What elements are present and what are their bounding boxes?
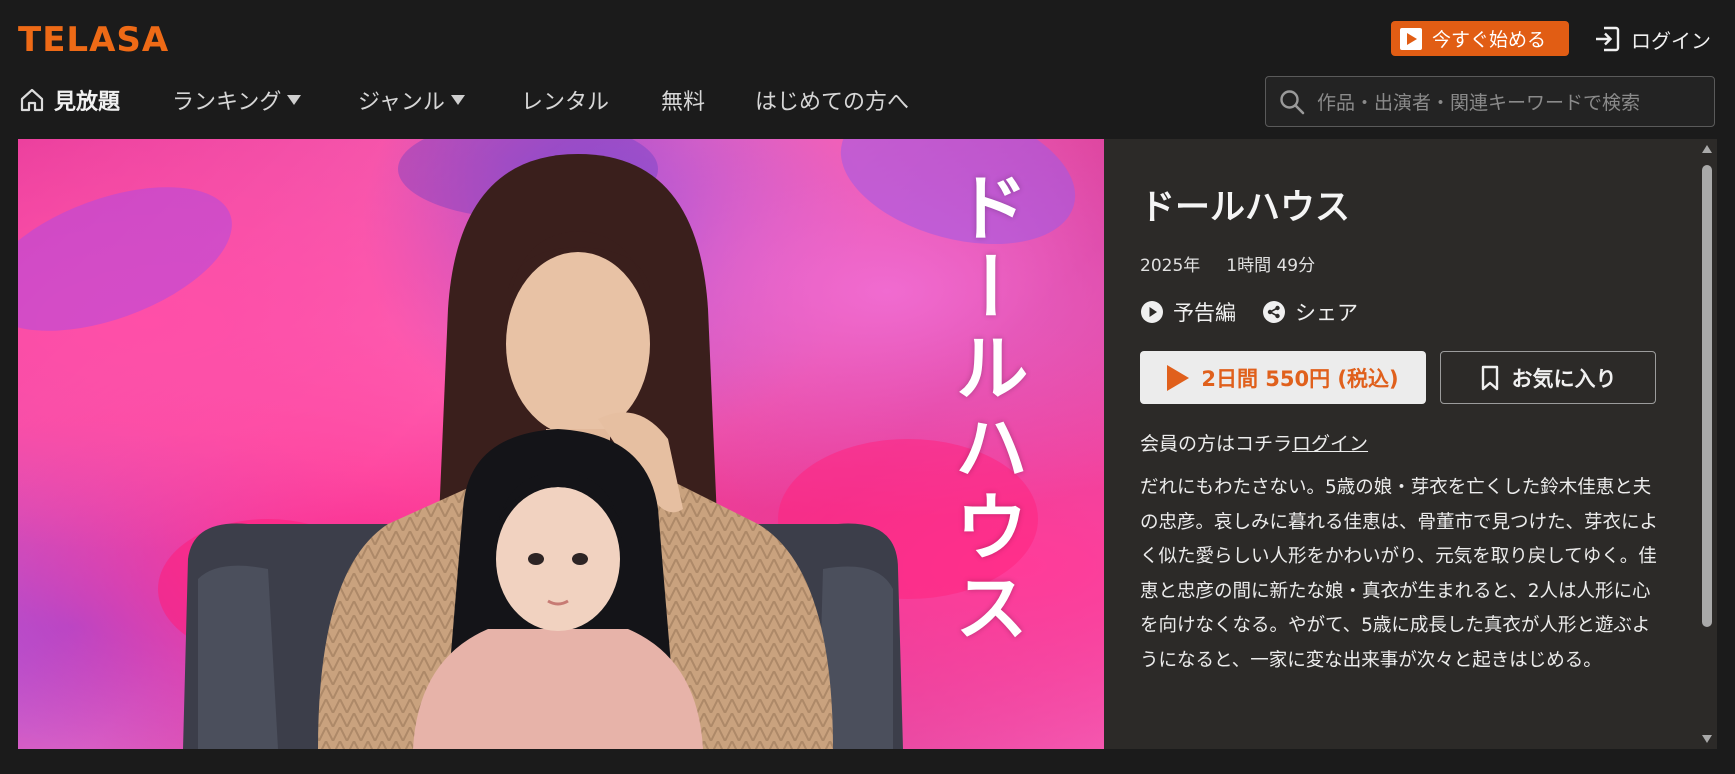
rent-button[interactable]: 2日間 550円 (税込) bbox=[1140, 351, 1426, 404]
rent-label: 2日間 550円 (税込) bbox=[1201, 366, 1399, 391]
title-heading: ドールハウス bbox=[1140, 188, 1351, 228]
detail-panel: ドールハウス 2025年 1時間 49分 予告編 シェア 2日間 550円 (税… bbox=[1104, 139, 1697, 749]
nav-item-unlimited[interactable]: 見放題 bbox=[18, 85, 120, 115]
member-login-link[interactable]: ログイン bbox=[1292, 433, 1368, 455]
release-year: 2025年 bbox=[1140, 256, 1201, 276]
synopsis-text: だれにもわたさない。5歳の娘・芽衣を亡くした鈴木佳恵と夫の忠彦。哀しみに暮れる佳… bbox=[1140, 477, 1659, 671]
member-text: 会員の方はコチラ bbox=[1140, 433, 1293, 455]
nav-item-ranking[interactable]: ランキング bbox=[172, 85, 302, 115]
home-icon bbox=[20, 88, 44, 112]
nav-item-genre[interactable]: ジャンル bbox=[358, 85, 465, 115]
search-input[interactable]: 作品・出演者・関連キーワードで検索 bbox=[1265, 76, 1715, 127]
nav-item-label: ランキング bbox=[172, 90, 282, 115]
hero-key-visual[interactable]: ドールハウス bbox=[18, 139, 1104, 749]
detail-scrollbar[interactable] bbox=[1697, 139, 1717, 749]
play-circle-icon bbox=[1141, 301, 1163, 323]
share-button[interactable]: シェア bbox=[1262, 297, 1358, 327]
runtime: 1時間 49分 bbox=[1226, 256, 1316, 276]
action-links: 予告編 シェア bbox=[1140, 297, 1358, 327]
chevron-down-icon bbox=[450, 95, 465, 105]
share-icon bbox=[1263, 301, 1285, 323]
nav-item-rental[interactable]: レンタル bbox=[521, 85, 609, 115]
nav-item-label: はじめての方へ bbox=[755, 90, 910, 115]
search-icon bbox=[1280, 89, 1305, 114]
scroll-up-icon[interactable] bbox=[1702, 145, 1712, 153]
nav-item-label: ジャンル bbox=[358, 90, 445, 115]
bookmark-icon bbox=[1481, 365, 1498, 390]
play-icon bbox=[1167, 364, 1190, 391]
trailer-button[interactable]: 予告編 bbox=[1140, 297, 1236, 327]
top-bar: TELASA 今すぐ始める ログイン bbox=[0, 0, 1735, 75]
nav-item-label: 見放題 bbox=[54, 90, 121, 115]
share-label: シェア bbox=[1295, 301, 1358, 325]
nav-item-label: レンタル bbox=[521, 90, 610, 115]
member-login-line: 会員の方はコチラログイン bbox=[1140, 429, 1368, 456]
telasa-logo[interactable]: TELASA bbox=[18, 20, 169, 60]
chevron-down-icon bbox=[287, 95, 302, 105]
login-icon bbox=[1596, 26, 1620, 52]
start-now-label: 今すぐ始める bbox=[1432, 29, 1547, 51]
scroll-down-icon[interactable] bbox=[1702, 735, 1712, 743]
login-button[interactable]: ログイン bbox=[1593, 22, 1711, 56]
search-placeholder: 作品・出演者・関連キーワードで検索 bbox=[1317, 92, 1641, 114]
nav-item-first-time[interactable]: はじめての方へ bbox=[755, 85, 909, 115]
poster-title-text: ドールハウス bbox=[942, 169, 1028, 649]
login-label: ログイン bbox=[1631, 28, 1711, 53]
meta-info: 2025年 1時間 49分 bbox=[1140, 251, 1315, 276]
start-now-button[interactable]: 今すぐ始める bbox=[1391, 21, 1569, 56]
scrollbar-thumb[interactable] bbox=[1702, 165, 1712, 627]
nav-item-free[interactable]: 無料 bbox=[661, 85, 705, 115]
nav-item-label: 無料 bbox=[661, 90, 706, 115]
trailer-label: 予告編 bbox=[1173, 301, 1236, 325]
favorite-label: お気に入り bbox=[1511, 366, 1617, 391]
favorite-button[interactable]: お気に入り bbox=[1440, 351, 1656, 404]
play-icon bbox=[1400, 27, 1422, 50]
